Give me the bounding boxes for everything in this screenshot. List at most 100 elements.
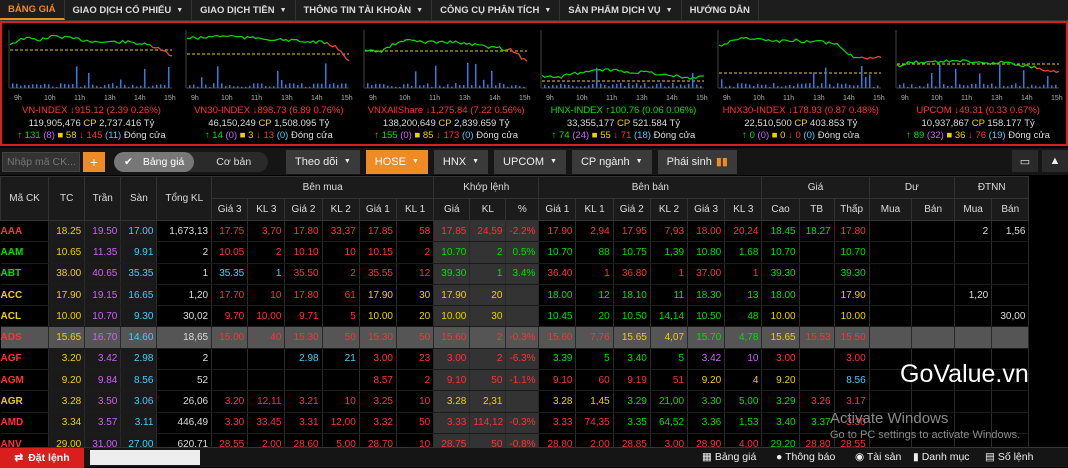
index-card-0[interactable]: 9h 10h 11h 13h 14h 15h VN-INDEX ↓915.12 (2.39 …	[2, 23, 179, 144]
sub-header-1[interactable]: KL 3	[247, 198, 286, 221]
symbol-cell: AMD	[0, 412, 50, 434]
table-row[interactable]: AAM 10.65 11.35 9.91 2 10.05 2 10.10 10 10.15 2 10.…	[0, 241, 1068, 264]
match-volume-cell: 2,31	[469, 390, 507, 413]
col-header-2[interactable]: Trần	[84, 176, 122, 221]
basic-toggle[interactable]: Cơ bản	[194, 156, 251, 168]
volume-bar	[108, 84, 110, 88]
table-row[interactable]: ADS 15.65 16.70 14.60 18,65 15.00 40 15.30 50 15.…	[0, 326, 1068, 349]
volume-bar	[402, 84, 405, 88]
table-row[interactable]: ACL 10.00 10.70 9.30 30,02 9.70 10,00 9.71 5 10.0…	[0, 305, 1068, 328]
table-row[interactable]: ABT 38.00 40.65 35.35 1 35.35 1 35.50 2 35.55 12 39…	[0, 263, 1068, 285]
symbol-search-input[interactable]	[2, 151, 80, 172]
index-card-3[interactable]: 9h 10h 11h 13h 14h 15h HNX-INDEX ↑100.76 (0.06…	[534, 23, 711, 144]
nav-item-5[interactable]: SẢN PHẨM DỊCH VỤ ▼	[560, 0, 682, 20]
nav-item-3[interactable]: THÔNG TIN TÀI KHOẢN ▼	[296, 0, 433, 20]
footer-order-book[interactable]: ▤ Số lệnh	[985, 451, 1033, 463]
sub-header-9[interactable]: Giá 1	[538, 198, 577, 221]
ask-price-cell: 3.30	[687, 390, 726, 413]
sub-header-20[interactable]: Mua	[954, 198, 993, 221]
bid-price-cell: 15.30	[359, 326, 397, 349]
col-header-4[interactable]: Tổng KL	[156, 176, 213, 221]
sub-header-16[interactable]: TB	[798, 198, 835, 221]
bid-price-cell	[211, 348, 249, 371]
volume-bar	[156, 84, 158, 88]
quick-order-input[interactable]	[90, 450, 200, 465]
index-card-1[interactable]: 9h 10h 11h 13h 14h 15h VN30-INDEX ↓898.73 (6.8…	[179, 23, 356, 144]
sub-header-19[interactable]: Bán	[911, 198, 956, 221]
nav-item-4[interactable]: CÔNG CỤ PHÂN TÍCH ▼	[432, 0, 561, 20]
symbol-cell: ADS	[0, 326, 50, 349]
nav-item-2[interactable]: GIAO DỊCH TIỀN ▼	[192, 0, 296, 20]
col-header-3[interactable]: Sàn	[120, 176, 158, 221]
sub-header-7[interactable]: KL	[469, 198, 507, 221]
sub-header-3[interactable]: KL 2	[321, 198, 360, 221]
ask-volume-cell: 1,53	[724, 412, 763, 434]
unchanged-count: 36	[954, 130, 966, 141]
sub-header-6[interactable]: Giá	[433, 198, 471, 221]
col-header-0[interactable]: Mã CK	[0, 176, 50, 221]
sub-header-21[interactable]: Bán	[991, 198, 1030, 221]
sub-header-4[interactable]: Giá 1	[358, 198, 397, 221]
nav-item-0[interactable]: BẢNG GIÁ	[0, 0, 65, 20]
sub-header-0[interactable]: Giá 3	[211, 198, 249, 221]
volume-bar	[857, 85, 859, 88]
price-board-toggle[interactable]: ✔ Bảng giá	[114, 151, 195, 172]
time-tick-label: 13h	[636, 95, 648, 102]
table-row[interactable]: AAA 18.25 19.50 17.00 1,673,13 17.75 3,70 17.80…	[0, 220, 1068, 243]
ask-price-cell: 10.45	[538, 305, 577, 328]
volume-bar	[1022, 70, 1025, 88]
index-trade-value: 403.853	[810, 118, 845, 129]
sub-header-13[interactable]: Giá 3	[687, 198, 726, 221]
declines-count: 13	[263, 130, 275, 141]
match-volume-cell: 2	[469, 326, 507, 349]
match-volume-cell: 30	[469, 305, 507, 328]
monitor-button[interactable]: ▭	[1012, 150, 1038, 172]
monitor-icon: ▭	[1019, 155, 1031, 168]
col-header-10[interactable]: ĐTNN	[954, 176, 1030, 199]
sub-header-18[interactable]: Mua	[868, 198, 913, 221]
index-card-2[interactable]: 9h 10h 11h 13h 14h 15h VNXAllShare ↓1,275.84 (…	[357, 23, 534, 144]
index-trade-unit: Tỷ	[498, 118, 510, 129]
volume-bar	[579, 86, 582, 88]
nav-item-6[interactable]: HƯỚNG DẪN	[682, 0, 759, 20]
tab-upcom[interactable]: UPCOM ▼	[494, 149, 566, 174]
sub-header-14[interactable]: KL 3	[724, 198, 763, 221]
col-header-7[interactable]: Bên bán	[538, 176, 763, 199]
sub-header-15[interactable]: Cao	[761, 198, 800, 221]
col-header-8[interactable]: Giá	[761, 176, 870, 199]
table-row[interactable]: ACC 17.90 19.15 16.65 1,20 17.70 10 17.80 61 17.9…	[0, 284, 1068, 307]
tab-cp-nganh[interactable]: CP ngành ▼	[571, 149, 652, 174]
index-card-5[interactable]: 9h 10h 11h 13h 14h 15h UPCOM ↓49.31 (0.33 0.67…	[889, 23, 1066, 144]
footer-price-board[interactable]: ▦ Bảng giá	[702, 451, 756, 463]
footer-portfolio[interactable]: ▮ Danh mục	[913, 451, 970, 463]
footer-notifications[interactable]: ● Thông báo	[776, 451, 835, 463]
sub-header-11[interactable]: Giá 2	[612, 198, 651, 221]
view-toggle[interactable]: ✔ Bảng giá Cơ bản	[114, 151, 268, 172]
volume-bar	[269, 86, 271, 88]
col-header-9[interactable]: Dư	[868, 176, 956, 199]
match-volume-cell: 20	[469, 284, 507, 307]
nav-item-1[interactable]: GIAO DỊCH CỔ PHIẾU ▼	[65, 0, 193, 20]
sub-header-17[interactable]: Thấp	[833, 198, 870, 221]
tab-hnx[interactable]: HNX ▼	[433, 149, 489, 174]
sub-header-12[interactable]: KL 2	[649, 198, 689, 221]
col-header-6[interactable]: Khớp lệnh	[433, 176, 540, 199]
place-order-button[interactable]: ⇄ Đặt lệnh	[0, 448, 84, 468]
sub-header-8[interactable]: %	[505, 198, 540, 221]
sub-header-10[interactable]: KL 1	[575, 198, 614, 221]
add-symbol-button[interactable]: +	[83, 151, 105, 172]
volume-bar	[410, 85, 413, 88]
col-header-1[interactable]: TC	[48, 176, 86, 221]
residual-buy-cell	[869, 326, 913, 349]
tab-theo-doi[interactable]: Theo dõi ▼	[286, 149, 360, 174]
table-row[interactable]: AGR 3.28 3.50 3.06 26,06 3.20 12,11 3.21 10 3.25 1…	[0, 390, 1068, 413]
sub-header-2[interactable]: Giá 2	[284, 198, 323, 221]
index-card-4[interactable]: 9h 10h 11h 13h 14h 15h HNX30-INDEX ↓178.93 (0.…	[711, 23, 888, 144]
index-line-below-ref	[1036, 67, 1059, 73]
collapse-button[interactable]: ▲	[1042, 150, 1068, 172]
tab-hose[interactable]: HOSE ▼	[365, 149, 428, 174]
tab-phai-sinh[interactable]: Phái sinh ▮▮	[657, 149, 737, 174]
sub-header-5[interactable]: KL 1	[395, 198, 435, 221]
col-header-5[interactable]: Bên mua	[211, 176, 435, 199]
footer-assets[interactable]: ◉ Tài sản	[855, 451, 901, 463]
